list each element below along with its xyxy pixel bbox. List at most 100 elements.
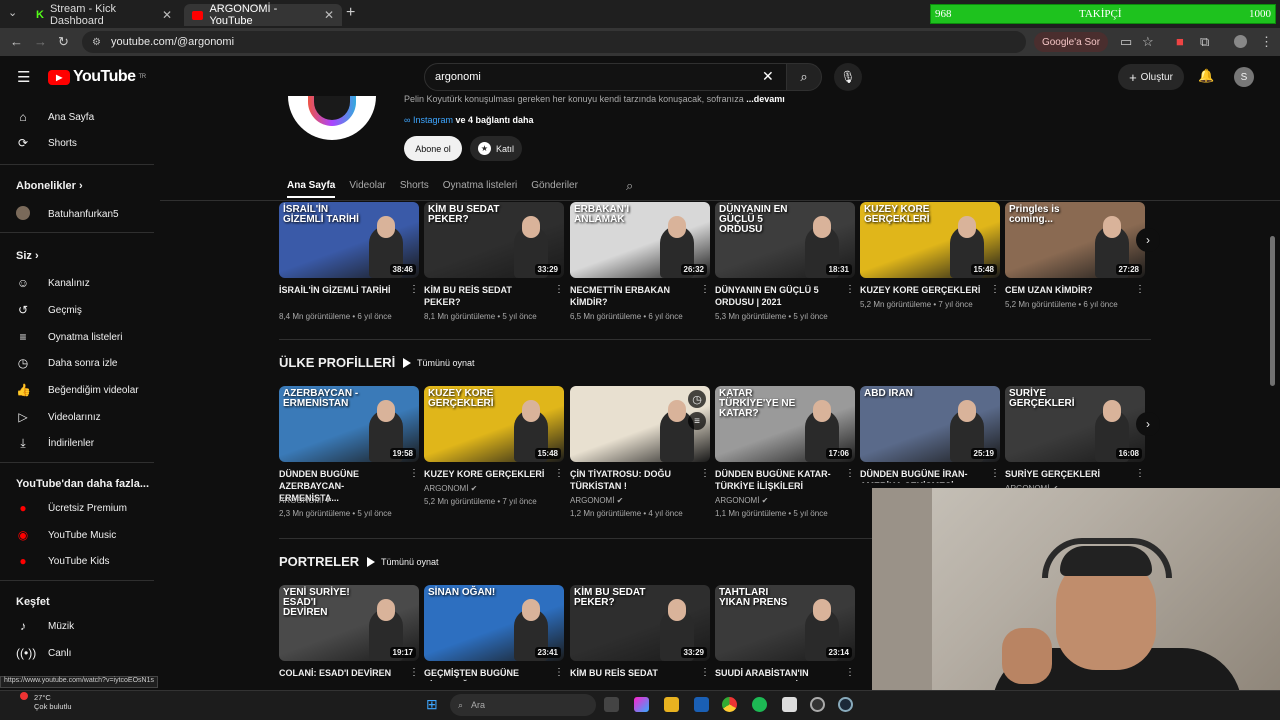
video-thumbnail[interactable]: ERBAKAN'I ANLAMAK 26:32 <box>570 202 710 278</box>
video-title[interactable]: KUZEY KORE GERÇEKLERİ <box>860 284 984 296</box>
sidebar-item-downloads[interactable]: ⤓ İndirilenler <box>16 436 94 451</box>
voice-search-button[interactable]: 🎙 <box>834 63 862 91</box>
tab-videos[interactable]: Videolar <box>349 180 386 198</box>
video-title[interactable]: DÜNDEN BUGÜNE KATAR-TÜRKİYE İLİŞKİLERİ <box>715 468 839 492</box>
video-thumbnail[interactable]: SİNAN OĞAN! 23:41 <box>424 585 564 661</box>
video-thumbnail[interactable]: KUZEY KORE GERÇEKLERİ 15:48 <box>860 202 1000 278</box>
bookmark-star-icon[interactable]: ☆ <box>1142 34 1154 50</box>
task-view-icon[interactable] <box>604 697 619 712</box>
search-input[interactable]: argonomi <box>424 63 788 91</box>
video-thumbnail[interactable]: SURİYE GERÇEKLERİ 16:08 <box>1005 386 1145 462</box>
more-options-icon[interactable]: ⋮ <box>554 284 564 295</box>
more-options-icon[interactable]: ⋮ <box>554 667 564 678</box>
sidebar-item-history[interactable]: ↺ Geçmiş <box>16 303 82 317</box>
more-options-icon[interactable]: ⋮ <box>700 667 710 678</box>
channel-description[interactable]: Pelin Koyutürk konuşulması gereken her k… <box>404 94 785 104</box>
channel-name[interactable]: ARGONOMİ ✔ <box>570 494 710 507</box>
back-icon[interactable]: ← <box>10 34 23 49</box>
video-thumbnail[interactable]: İSRAİL'İN GİZEMLİ TARİHİ 38:46 <box>279 202 419 278</box>
subscriptions-heading[interactable]: Abonelikler › <box>16 180 83 192</box>
video-thumbnail[interactable]: KİM BU SEDAT PEKER? 33:29 <box>570 585 710 661</box>
next-arrow-button[interactable]: › <box>1136 228 1160 252</box>
tab-search-icon[interactable]: ⌄ <box>8 6 17 19</box>
site-info-icon[interactable]: ⚙ <box>92 37 101 48</box>
add-to-queue-icon[interactable]: ≡ <box>688 412 706 430</box>
play-all-button[interactable]: Tümünü oynat <box>403 358 475 368</box>
more-link[interactable]: ...devamı <box>746 94 785 104</box>
notepad-icon[interactable] <box>782 697 797 712</box>
video-title[interactable]: COLANİ: ESAD'I DEVİREN ADAM! <box>279 667 403 681</box>
notifications-bell-icon[interactable]: 🔔 <box>1198 68 1214 84</box>
video-title[interactable]: KİM BU REİS SEDAT PEKER? <box>424 284 548 308</box>
more-options-icon[interactable]: ⋮ <box>554 468 564 479</box>
sidebar-item-liked[interactable]: 👍 Beğendiğim videolar <box>16 383 139 397</box>
watch-later-icon[interactable]: ◷ <box>688 390 706 408</box>
video-title[interactable]: ÇİN TİYATROSU: DOĞU TÜRKİSTAN ! <box>570 468 694 492</box>
sidebar-item-live[interactable]: ((•)) Canlı <box>16 646 71 660</box>
video-thumbnail[interactable]: YENİ SURİYE! ESAD'I DEVİREN 19:17 <box>279 585 419 661</box>
steam-icon[interactable] <box>838 697 853 712</box>
address-bar[interactable]: ⚙ youtube.com/@argonomi <box>82 31 1026 53</box>
more-options-icon[interactable]: ⋮ <box>1135 284 1145 295</box>
sidebar-item-playlists[interactable]: ≡ Oynatma listeleri <box>16 330 122 344</box>
forward-icon[interactable]: → <box>34 34 47 49</box>
video-thumbnail[interactable]: TAHTLARI YIKAN PRENS 23:14 <box>715 585 855 661</box>
reload-icon[interactable]: ↻ <box>58 34 69 50</box>
create-button[interactable]: + Oluştur <box>1118 64 1184 90</box>
close-tab-icon[interactable]: ✕ <box>162 8 172 22</box>
more-options-icon[interactable]: ⋮ <box>409 667 419 678</box>
channel-name[interactable]: ARGONOMİ ✔ <box>424 482 564 495</box>
tab-home[interactable]: Ana Sayfa <box>287 180 336 198</box>
subscribe-button[interactable]: Abone ol <box>404 136 462 161</box>
new-tab-button[interactable]: + <box>346 4 355 22</box>
channel-links[interactable]: ∞ Instagram ve 4 bağlantı daha <box>404 115 534 125</box>
extensions-puzzle-icon[interactable]: ⧉ <box>1200 34 1209 50</box>
sidebar-item-kids[interactable]: ● YouTube Kids <box>16 554 109 568</box>
close-tab-icon[interactable]: ✕ <box>324 8 334 22</box>
next-arrow-button[interactable]: › <box>1136 412 1160 436</box>
more-options-icon[interactable]: ⋮ <box>409 468 419 479</box>
video-thumbnail[interactable]: Pringles is coming... 27:28 <box>1005 202 1145 278</box>
sidebar-item-watch-later[interactable]: ◷ Daha sonra izle <box>16 356 118 370</box>
sidebar-item-your-videos[interactable]: ▷ Videolarınız <box>16 410 100 424</box>
account-avatar[interactable]: S <box>1234 67 1254 87</box>
more-links[interactable]: ve 4 bağlantı daha <box>455 115 533 125</box>
sidebar-item-premium[interactable]: ● Ücretsiz Premium <box>16 501 127 515</box>
video-title[interactable]: İSRAİL'İN GİZEMLİ TARİHİ <box>279 284 403 296</box>
sidebar-item-music[interactable]: ◉ YouTube Music <box>16 528 116 542</box>
video-title[interactable]: DÜNYANIN EN GÜÇLÜ 5 ORDUSU | 2021 <box>715 284 839 308</box>
section-title[interactable]: PORTRELER <box>279 554 359 569</box>
video-thumbnail[interactable]: AZERBAYCAN - ERMENİSTAN 19:58 <box>279 386 419 462</box>
sidebar-item-shorts[interactable]: ⟳ Shorts <box>16 136 77 150</box>
video-title[interactable]: NECMETTİN ERBAKAN KİMDİR? <box>570 284 694 308</box>
taskbar-search[interactable]: ⌕ Ara <box>450 694 596 716</box>
more-options-icon[interactable]: ⋮ <box>700 284 710 295</box>
section-title[interactable]: ÜLKE PROFİLLERİ <box>279 355 395 370</box>
windows-start-icon[interactable]: ⊞ <box>426 696 438 713</box>
obs-icon[interactable] <box>810 697 825 712</box>
spotify-icon[interactable] <box>752 697 767 712</box>
browser-tab-youtube[interactable]: ARGONOMİ - YouTube ✕ <box>184 3 342 27</box>
video-thumbnail[interactable]: ◷ ≡ <box>570 386 710 462</box>
video-title[interactable]: DÜNDEN BUGÜNE İRAN-AMERİKA ÇEKİŞMESİ <box>860 468 984 483</box>
hamburger-menu-icon[interactable]: ☰ <box>17 68 30 86</box>
chrome-icon[interactable] <box>722 697 737 712</box>
copilot-icon[interactable] <box>634 697 649 712</box>
channel-name[interactable]: ARGONOMİ ✔ <box>279 494 419 507</box>
youtube-logo[interactable]: ▶ YouTube TR <box>48 68 146 86</box>
video-title[interactable]: GEÇMİŞTEN BUGÜNE SİNAN OĞAN <box>424 667 548 681</box>
sidebar-item-home[interactable]: ⌂ Ana Sayfa <box>16 110 94 124</box>
more-options-icon[interactable]: ⋮ <box>409 284 419 295</box>
video-thumbnail[interactable]: KATAR TÜRKİYE'YE NE KATAR? 17:06 <box>715 386 855 462</box>
sidebar-item-subscription[interactable]: Batuhanfurkan5 <box>16 206 119 223</box>
video-title[interactable]: KİM BU REİS SEDAT PEKER? <box>570 667 694 681</box>
channel-search-icon[interactable]: ⌕ <box>626 178 633 194</box>
scrollbar[interactable] <box>1270 236 1275 386</box>
more-options-icon[interactable]: ⋮ <box>990 468 1000 479</box>
play-all-button[interactable]: Tümünü oynat <box>367 557 439 567</box>
more-options-icon[interactable]: ⋮ <box>845 284 855 295</box>
video-title[interactable]: CEM UZAN KİMDİR? <box>1005 284 1129 296</box>
sidebar-item-your-channel[interactable]: ☺ Kanalınız <box>16 276 90 290</box>
more-options-icon[interactable]: ⋮ <box>1135 468 1145 479</box>
you-heading[interactable]: Siz › <box>16 250 39 262</box>
